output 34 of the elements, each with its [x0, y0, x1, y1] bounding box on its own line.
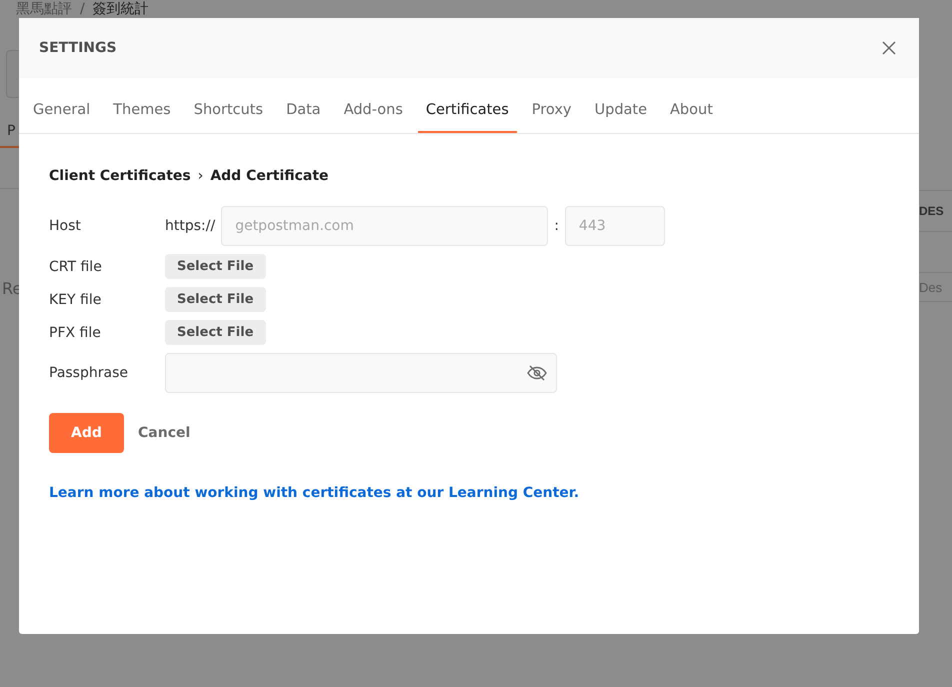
- breadcrumb-item: Add Certificate: [210, 168, 329, 184]
- settings-tab[interactable]: General: [25, 78, 98, 133]
- settings-tab[interactable]: Themes: [105, 78, 179, 133]
- settings-tab[interactable]: Certificates: [418, 78, 517, 133]
- breadcrumb-separator: /: [80, 0, 85, 18]
- field-label: Host: [49, 218, 82, 234]
- settings-tab[interactable]: Shortcuts: [186, 78, 272, 133]
- select-file-button[interactable]: Select File: [165, 320, 266, 345]
- settings-tab[interactable]: Add-ons: [336, 78, 411, 133]
- breadcrumb-item[interactable]: Client Certificates: [49, 168, 191, 184]
- field-label: KEY file: [49, 292, 102, 308]
- host-field[interactable]: getpostman.com: [221, 206, 548, 246]
- add-button[interactable]: Add: [49, 413, 124, 453]
- passphrase-field[interactable]: [165, 353, 557, 393]
- field-label: Passphrase: [49, 365, 129, 381]
- field-label: CRT file: [49, 258, 103, 274]
- background-text: P: [7, 123, 16, 139]
- breadcrumb-item[interactable]: 簽到統計: [92, 0, 149, 18]
- select-file-button[interactable]: Select File: [165, 287, 266, 312]
- dialog-title: SETTINGS: [39, 40, 117, 56]
- select-file-button[interactable]: Select File: [165, 254, 266, 279]
- settings-tab[interactable]: Data: [278, 78, 329, 133]
- breadcrumb-separator: ›: [198, 168, 204, 184]
- port-separator: :: [554, 218, 559, 234]
- background-text: DES: [919, 204, 944, 218]
- settings-tab[interactable]: About: [662, 78, 721, 133]
- url-prefix: https://: [165, 218, 216, 234]
- settings-tab[interactable]: Proxy: [524, 78, 580, 133]
- port-field[interactable]: 443: [564, 206, 665, 246]
- learning-center-link[interactable]: Learn more about working with certificates at our Learning Center.: [49, 485, 580, 501]
- settings-tab[interactable]: Update: [586, 78, 656, 133]
- hidden-eye-icon[interactable]: [526, 364, 548, 382]
- cancel-button[interactable]: Cancel: [138, 425, 190, 441]
- field-label: PFX file: [49, 324, 102, 340]
